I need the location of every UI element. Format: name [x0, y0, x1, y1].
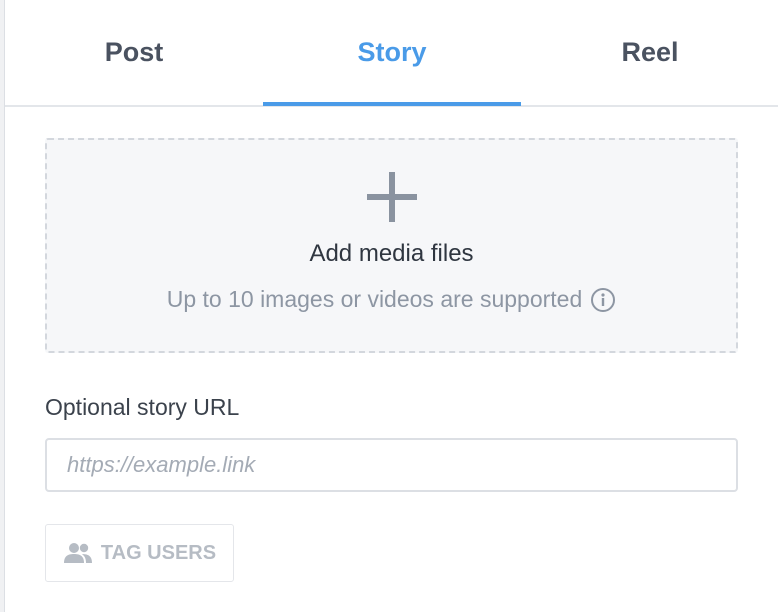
- post-type-tabs: Post Story Reel: [5, 0, 778, 107]
- tab-reel[interactable]: Reel: [521, 0, 778, 105]
- story-url-input[interactable]: [45, 438, 738, 492]
- dropzone-subtitle-row: Up to 10 images or videos are supported: [47, 286, 736, 313]
- plus-icon: [367, 172, 417, 222]
- story-composer-panel: Post Story Reel Add media files Up to 10…: [4, 0, 778, 612]
- users-icon: [63, 543, 92, 563]
- story-url-label: Optional story URL: [45, 394, 240, 420]
- tab-post[interactable]: Post: [5, 0, 263, 105]
- tag-users-button[interactable]: TAG USERS: [45, 524, 234, 582]
- info-icon[interactable]: [590, 287, 616, 313]
- tag-users-label: TAG USERS: [100, 541, 217, 564]
- media-dropzone[interactable]: Add media files Up to 10 images or video…: [45, 138, 738, 353]
- tab-story[interactable]: Story: [263, 0, 521, 106]
- dropzone-subtitle: Up to 10 images or videos are supported: [166, 286, 583, 312]
- dropzone-title: Add media files: [309, 240, 474, 267]
